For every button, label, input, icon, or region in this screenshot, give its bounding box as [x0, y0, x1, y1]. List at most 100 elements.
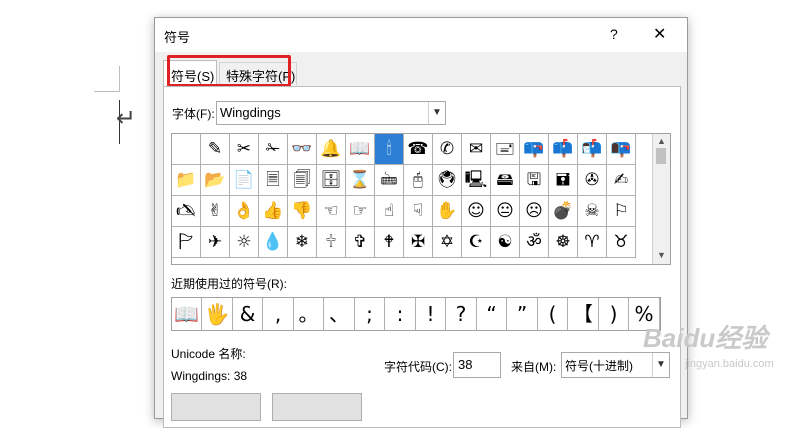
recent-symbol-cell[interactable]: 🖐	[203, 298, 233, 330]
symbol-cell[interactable]: 📪	[520, 134, 549, 165]
recent-symbol-cell[interactable]: 📖	[172, 298, 202, 330]
symbol-cell[interactable]: ❄	[288, 227, 317, 258]
symbol-cell[interactable]: ☸	[549, 227, 578, 258]
symbol-cell[interactable]: ☜	[317, 196, 346, 227]
recent-symbol-cell[interactable]: ,	[264, 298, 294, 330]
font-select-value: Wingdings	[220, 105, 281, 120]
symbol-name: Wingdings: 38	[171, 369, 248, 383]
recent-symbol-cell[interactable]: “	[477, 298, 507, 330]
recent-symbol-cell[interactable]: ?	[447, 298, 477, 330]
symbol-cell[interactable]: 🗐	[288, 165, 317, 196]
symbol-cell[interactable]: 👌	[230, 196, 259, 227]
symbol-cell[interactable]: ✞	[346, 227, 375, 258]
recent-symbol-cell[interactable]: )	[599, 298, 629, 330]
symbol-cell[interactable]: ॐ	[520, 227, 549, 258]
char-code-label: 字符代码(C):	[384, 360, 452, 374]
symbol-cell[interactable]: 🖮	[375, 165, 404, 196]
char-code-input[interactable]: 38	[453, 352, 501, 378]
font-select[interactable]: Wingdings ▼	[216, 101, 446, 125]
symbol-cell[interactable]: 📫	[549, 134, 578, 165]
dialog-title: 符号	[164, 30, 191, 45]
symbol-cell[interactable]: 📁	[172, 165, 201, 196]
symbol-cell[interactable]: ☺	[462, 196, 491, 227]
watermark-url: jingyan.baidu.com	[685, 358, 774, 370]
symbol-cell[interactable]: 💧	[259, 227, 288, 258]
symbol-cell[interactable]: 🗄	[317, 165, 346, 196]
symbol-cell[interactable]: 🖴	[491, 165, 520, 196]
symbol-cell[interactable]: 📂	[201, 165, 230, 196]
symbol-cell[interactable]: 📖	[346, 134, 375, 165]
scroll-thumb[interactable]	[656, 148, 666, 164]
symbol-cell[interactable]	[172, 134, 201, 165]
symbol-cell[interactable]: ✉	[462, 134, 491, 165]
symbol-cell[interactable]: ✍	[607, 165, 636, 196]
symbol-cell[interactable]: 📄	[230, 165, 259, 196]
recent-symbol-cell[interactable]: 。	[294, 298, 324, 330]
from-label: 来自(M):	[511, 360, 557, 374]
symbol-cell[interactable]: 🏱	[172, 227, 201, 258]
title-bar: 符号 ? ✕	[155, 18, 687, 52]
symbol-grid-scrollbar[interactable]: ▲ ▼	[652, 134, 670, 264]
symbol-cell[interactable]: 🖲	[433, 165, 462, 196]
symbol-cell[interactable]: 🔔	[317, 134, 346, 165]
symbol-cell[interactable]: 🖬	[549, 165, 578, 196]
symbol-cell[interactable]: 😐	[491, 196, 520, 227]
symbol-cell[interactable]: ☹	[520, 196, 549, 227]
symbol-cell[interactable]: ✂	[230, 134, 259, 165]
symbol-cell[interactable]: 🖫	[520, 165, 549, 196]
recent-symbol-cell[interactable]: ;	[355, 298, 385, 330]
scroll-down-icon[interactable]: ▼	[657, 250, 666, 260]
symbol-cell[interactable]: ✡	[433, 227, 462, 258]
recent-symbol-cell[interactable]: 【	[569, 298, 599, 330]
symbol-cell[interactable]: 🖎	[172, 196, 201, 227]
symbol-cell[interactable]: ☎	[404, 134, 433, 165]
symbol-cell[interactable]: ✎	[201, 134, 230, 165]
shortcut-key-button[interactable]	[272, 393, 362, 421]
symbol-cell[interactable]: 🖃	[491, 134, 520, 165]
recent-symbol-cell[interactable]: ”	[508, 298, 538, 330]
symbol-cell[interactable]: 🖳	[462, 165, 491, 196]
recent-symbol-cell[interactable]: (	[538, 298, 568, 330]
symbol-cell[interactable]: ✌	[201, 196, 230, 227]
symbol-dialog: 符号 ? ✕ 符号(S) 特殊字符(P) 字体(F): Wingdings ▼ …	[154, 17, 688, 428]
symbol-cell[interactable]: ☠	[578, 196, 607, 227]
symbol-cell[interactable]: ♈	[578, 227, 607, 258]
help-button[interactable]: ?	[610, 26, 618, 42]
symbol-cell[interactable]: ✠	[404, 227, 433, 258]
recent-symbol-cell[interactable]: !	[416, 298, 446, 330]
symbol-cell[interactable]: 📭	[607, 134, 636, 165]
symbol-cell[interactable]: ☼	[230, 227, 259, 258]
symbol-cell[interactable]: ☞	[346, 196, 375, 227]
symbol-cell[interactable]: ✁	[259, 134, 288, 165]
symbol-cell[interactable]: 📬	[578, 134, 607, 165]
symbol-cell[interactable]: ☯	[491, 227, 520, 258]
recent-symbol-cell[interactable]: 、	[325, 298, 355, 330]
scroll-up-icon[interactable]: ▲	[657, 136, 666, 146]
symbol-cell[interactable]: ✇	[578, 165, 607, 196]
symbol-cell[interactable]: 👓	[288, 134, 317, 165]
symbol-cell[interactable]: 👍	[259, 196, 288, 227]
symbol-cell[interactable]: ⌛	[346, 165, 375, 196]
symbol-cell[interactable]: 🖰	[404, 165, 433, 196]
symbol-cell[interactable]: ✈	[201, 227, 230, 258]
symbol-cell[interactable]: 🕈	[375, 227, 404, 258]
symbol-cell[interactable]: 🕆	[317, 227, 346, 258]
autocorrect-button[interactable]	[171, 393, 261, 421]
symbol-cell[interactable]: ☟	[404, 196, 433, 227]
symbol-cell[interactable]: ✆	[433, 134, 462, 165]
symbol-cell[interactable]: 💣	[549, 196, 578, 227]
unicode-name-label: Unicode 名称:	[171, 347, 246, 361]
symbol-cell[interactable]: ⚐	[607, 196, 636, 227]
close-button[interactable]: ✕	[653, 24, 666, 43]
recent-symbol-cell[interactable]: &	[233, 298, 263, 330]
symbol-cell[interactable]: 👎	[288, 196, 317, 227]
symbol-cell[interactable]: ☪	[462, 227, 491, 258]
symbol-cell[interactable]: 🕯	[375, 134, 404, 165]
symbol-cell[interactable]: ☝	[375, 196, 404, 227]
symbol-cell[interactable]: 🗏	[259, 165, 288, 196]
recent-symbol-cell[interactable]: :	[386, 298, 416, 330]
recent-symbols-row: 📖 🖐 &,。、;:!? “”(【)%	[171, 297, 661, 331]
symbol-cell[interactable]: ✋	[433, 196, 462, 227]
symbol-cell[interactable]: ♉	[607, 227, 636, 258]
symbols-panel: 字体(F): Wingdings ▼ ✎ ✂ ✁ 👓 🔔 📖 🕯 ☎ ✆ ✉ 🖃 📪 📫 📬 📭 📁 📂 📄 🗏 🗐 🗄…	[163, 86, 681, 428]
